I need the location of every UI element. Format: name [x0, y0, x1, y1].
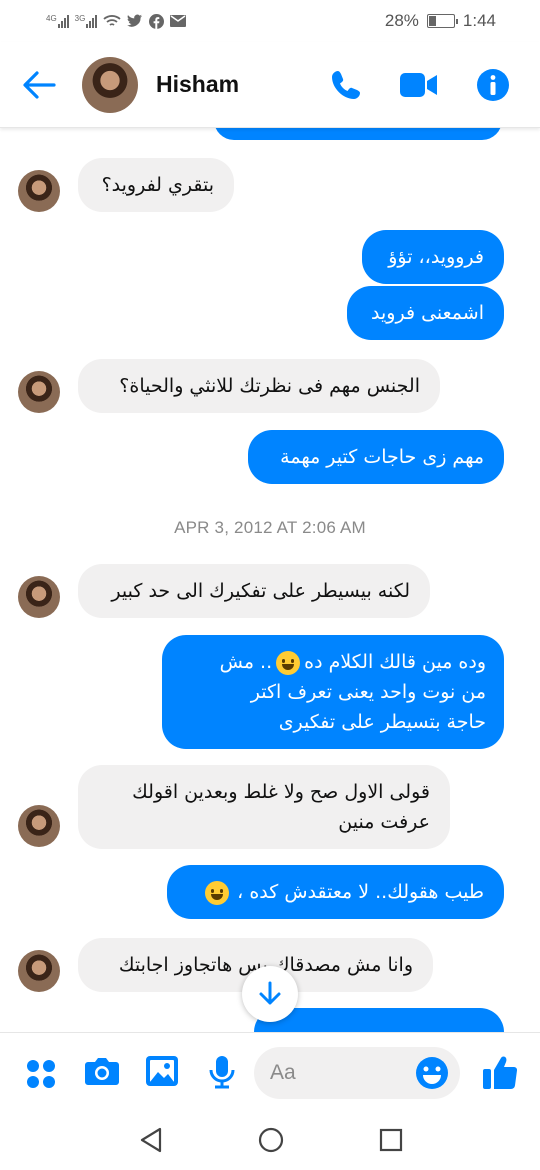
mail-icon — [170, 15, 187, 27]
signal-icon: 4G — [46, 14, 69, 28]
message-outgoing[interactable]: فروويد،، تؤؤ — [362, 230, 504, 284]
message-incoming[interactable]: بتقري لفرويد؟ — [78, 158, 234, 212]
video-call-icon[interactable] — [400, 72, 438, 98]
signal-icon: 3G — [75, 14, 98, 28]
message-line: وده مين قالك الكلام ده.. مش — [219, 650, 486, 675]
avatar — [18, 805, 60, 847]
system-nav-bar — [0, 1114, 540, 1170]
grinning-emoji-icon — [276, 650, 301, 675]
message-outgoing[interactable]: مهم زى حاجات كتير مهمة — [248, 430, 504, 484]
thumbs-up-icon[interactable] — [482, 1053, 518, 1091]
twitter-icon — [127, 14, 143, 27]
battery-percent: 28% — [384, 11, 419, 30]
microphone-icon[interactable] — [208, 1055, 236, 1089]
battery-icon — [426, 14, 458, 28]
camera-icon[interactable] — [84, 1055, 120, 1087]
message-line: من نوت واحد يعنى تعرف اكتر — [250, 681, 486, 703]
status-left: 4G 3G — [46, 13, 187, 29]
back-arrow-icon[interactable] — [22, 70, 62, 100]
contact-name[interactable]: Hisham — [156, 71, 330, 98]
message-line: عرفت منين — [338, 811, 430, 833]
clock: 1:44 — [462, 11, 496, 30]
message-incoming[interactable]: قولى الاول صح ولا غلط وبعدين اقولك عرفت … — [78, 765, 450, 849]
nav-recents-icon[interactable] — [378, 1126, 404, 1154]
contact-avatar[interactable] — [82, 56, 138, 113]
smiling-emoji-icon — [205, 880, 230, 905]
facebook-icon — [149, 13, 165, 29]
message-incoming[interactable]: الجنس مهم فى نظرتك للانثي والحياة؟ — [78, 359, 440, 413]
apps-icon[interactable] — [26, 1059, 56, 1089]
message-line: حاجة بتسيطر على تفكيرى — [278, 711, 486, 733]
nav-back-icon[interactable] — [138, 1126, 164, 1154]
message-input-wrapper — [254, 1047, 460, 1099]
message-incoming[interactable]: لكنه بيسيطر على تفكيرك الى حد كبير — [78, 564, 430, 618]
scroll-to-bottom-button[interactable] — [242, 966, 298, 1022]
avatar — [18, 371, 60, 413]
message-list[interactable]: بتقري لفرويد؟ فروويد،، تؤؤ اشمعنى فرويد … — [0, 128, 540, 1032]
avatar — [18, 170, 60, 212]
header-actions — [330, 68, 510, 102]
message-input[interactable] — [270, 1055, 410, 1091]
battery-level — [428, 16, 437, 26]
message-line: قولى الاول صح ولا غلط وبعدين اقولك — [132, 781, 430, 803]
message-outgoing[interactable]: طيب هقولك.. لا معتقدش كده ، — [167, 865, 504, 919]
gallery-icon[interactable] — [145, 1055, 179, 1087]
nav-home-icon[interactable] — [257, 1126, 285, 1154]
timestamp-divider: APR 3, 2012 AT 2:06 AM — [174, 518, 366, 537]
avatar — [18, 950, 60, 992]
phone-icon[interactable] — [330, 69, 362, 101]
arrow-down-icon — [259, 981, 281, 1005]
composer-bar — [0, 1032, 540, 1114]
avatar — [18, 576, 60, 618]
chat-header: Hisham — [0, 42, 540, 128]
info-icon[interactable] — [476, 68, 510, 102]
message-outgoing[interactable]: اشمعنى فرويد — [347, 286, 504, 340]
emoji-icon[interactable] — [414, 1055, 450, 1091]
wifi-icon — [103, 15, 121, 26]
message-bubble-partial — [214, 128, 502, 140]
status-bar: 4G 3G 28% 1:44 — [0, 0, 540, 42]
status-right: 28% 1:44 — [385, 11, 496, 31]
message-outgoing[interactable]: وده مين قالك الكلام ده.. مش من نوت واحد … — [162, 635, 504, 749]
